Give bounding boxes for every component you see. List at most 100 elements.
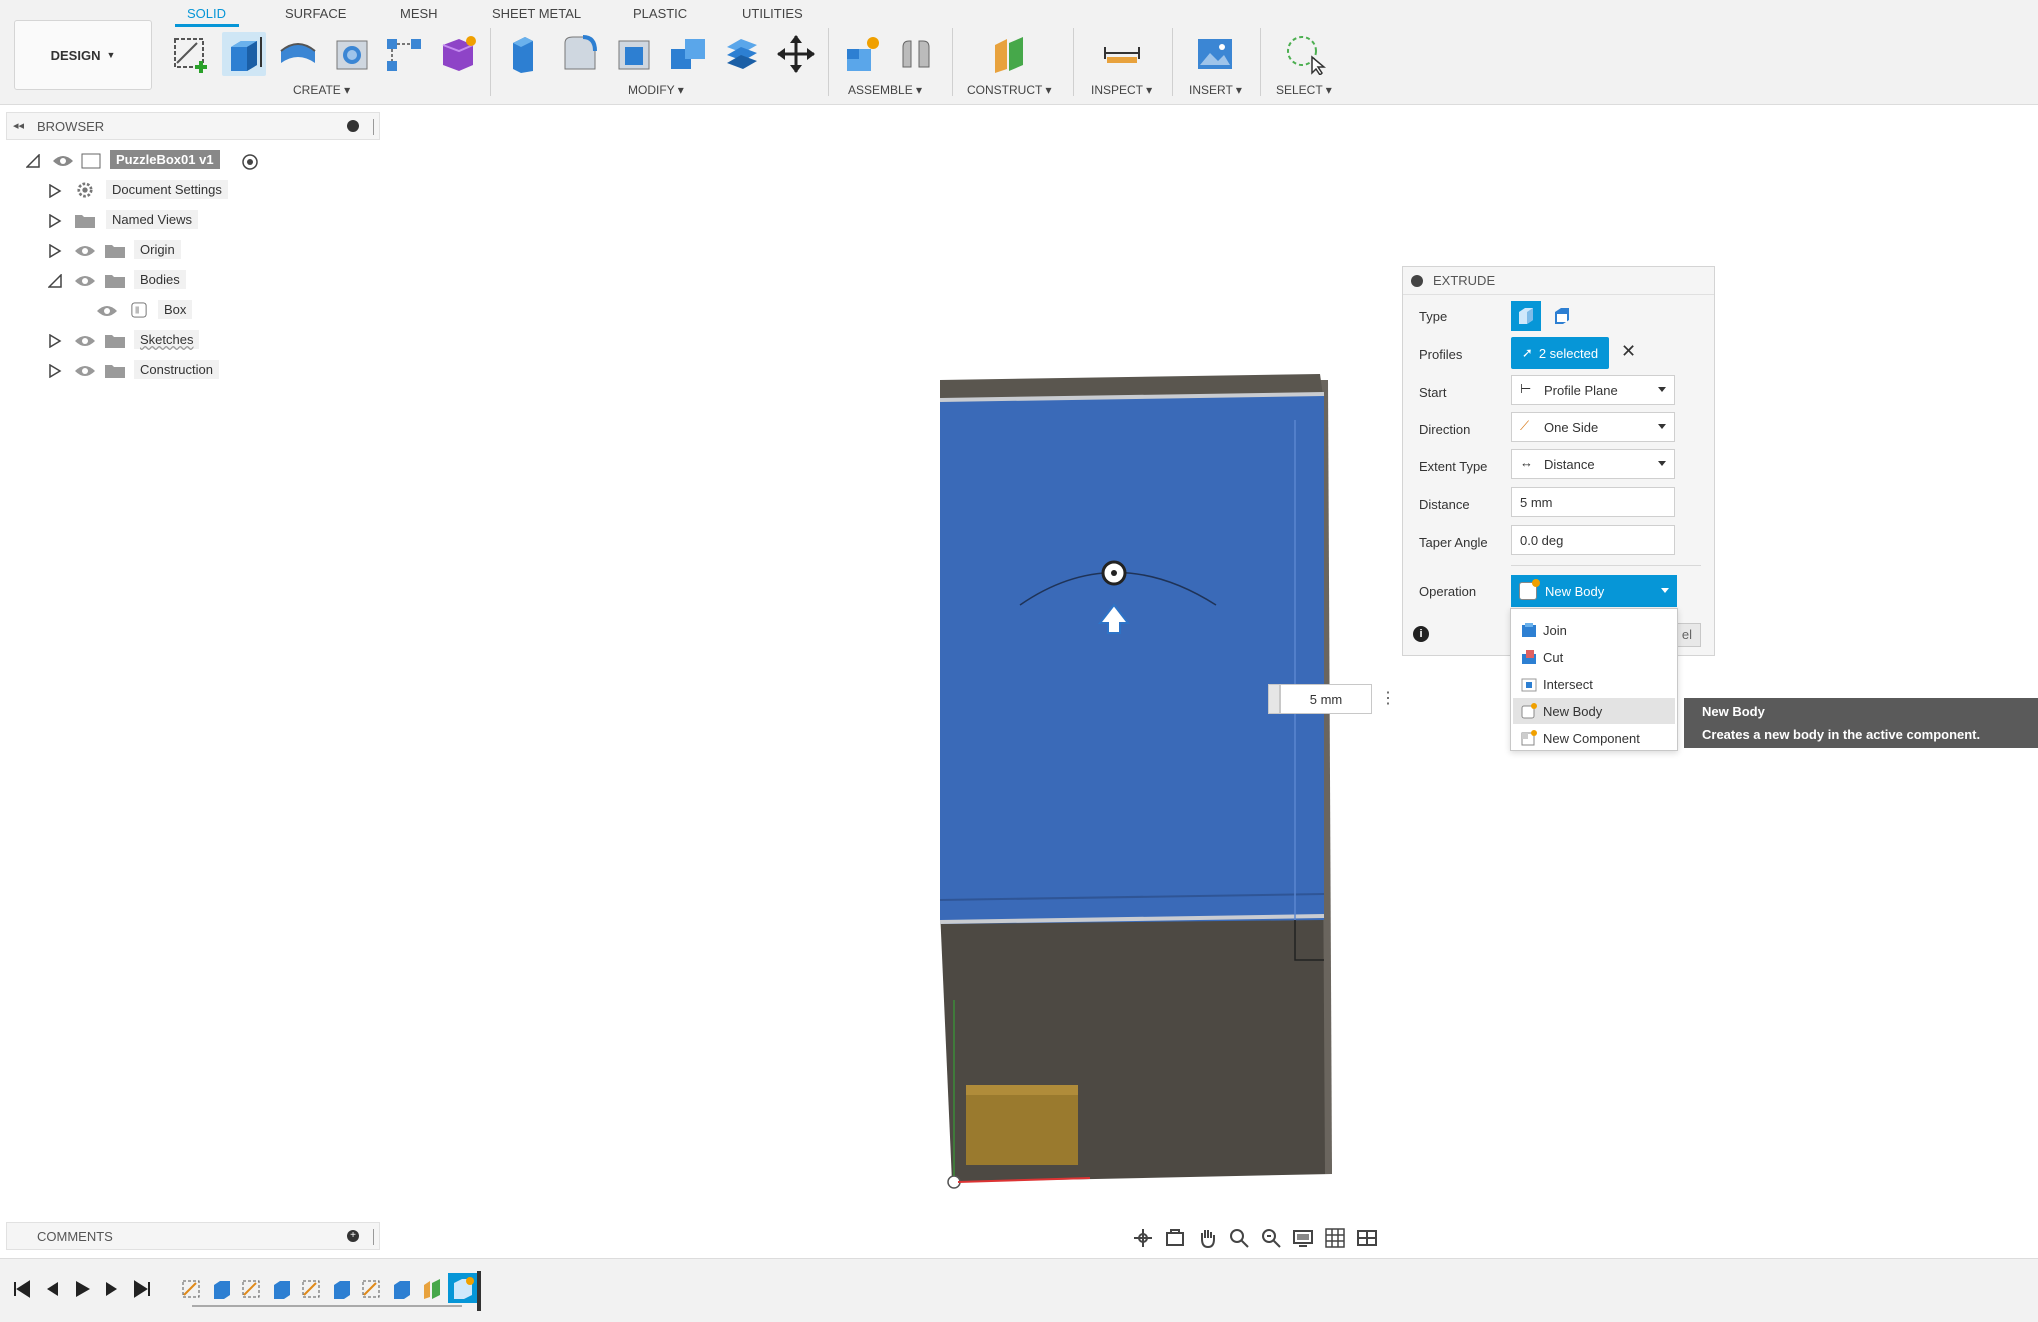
clear-selection-icon[interactable]: ✕ [1621, 341, 1636, 362]
select-icon[interactable] [1283, 32, 1327, 76]
look-at-icon[interactable] [1160, 1225, 1190, 1251]
collapsed-arrow-icon[interactable] [48, 184, 62, 198]
joint-icon[interactable] [894, 32, 938, 76]
pattern-icon[interactable] [382, 32, 426, 76]
construct-group-label[interactable]: CONSTRUCT ▾ [967, 83, 1051, 97]
collapsed-arrow-icon[interactable] [48, 214, 62, 228]
comments-panel[interactable]: COMMENTS + [6, 1222, 380, 1250]
shell-icon[interactable] [612, 32, 656, 76]
tab-sheet-metal[interactable]: SHEET METAL [492, 6, 581, 21]
timeline-sketch-icon[interactable] [360, 1277, 384, 1301]
visibility-eye-icon[interactable] [74, 274, 96, 288]
offset-plane-icon[interactable] [988, 32, 1032, 76]
select-group-label[interactable]: SELECT ▾ [1276, 83, 1332, 97]
tab-solid[interactable]: SOLID [187, 6, 226, 21]
tab-mesh[interactable]: MESH [400, 6, 438, 21]
browser-item-bodies[interactable]: Bodies [22, 268, 282, 294]
more-options-icon[interactable]: ⋮ [1380, 688, 1396, 710]
visibility-eye-icon[interactable] [96, 304, 118, 318]
step-back-icon[interactable] [40, 1277, 64, 1301]
timeline-sketch-icon[interactable] [240, 1277, 264, 1301]
tab-surface[interactable]: SURFACE [285, 6, 346, 21]
collapsed-arrow-icon[interactable] [48, 364, 62, 378]
operation-option-new-component[interactable]: New Component [1513, 725, 1675, 751]
zoom-window-icon[interactable] [1256, 1225, 1286, 1251]
visibility-eye-icon[interactable] [74, 334, 96, 348]
expanded-arrow-icon[interactable] [26, 154, 40, 168]
workspace-switcher-button[interactable]: DESIGN ▼ [14, 20, 152, 90]
collapsed-arrow-icon[interactable] [48, 334, 62, 348]
form-icon[interactable] [436, 32, 480, 76]
hole-icon[interactable] [330, 32, 374, 76]
zoom-icon[interactable] [1224, 1225, 1254, 1251]
3d-viewport[interactable] [900, 360, 1360, 1200]
tab-utilities[interactable]: UTILITIES [742, 6, 803, 21]
profiles-selection-button[interactable]: ➚ 2 selected [1511, 337, 1609, 369]
browser-item-document-settings[interactable]: Document Settings [22, 178, 282, 204]
expanded-arrow-icon[interactable] [48, 274, 62, 288]
browser-root-row[interactable]: PuzzleBox01 v1 [22, 148, 282, 174]
pan-hand-icon[interactable] [1192, 1225, 1222, 1251]
panel-options-icon[interactable] [347, 120, 359, 132]
browser-item-sketches[interactable]: Sketches [22, 328, 282, 354]
visibility-eye-icon[interactable] [52, 154, 74, 168]
combine-icon[interactable] [666, 32, 710, 76]
timeline-sketch-icon[interactable] [180, 1277, 204, 1301]
measure-icon[interactable] [1100, 32, 1144, 76]
browser-item-named-views[interactable]: Named Views [22, 208, 282, 234]
visibility-eye-icon[interactable] [74, 244, 96, 258]
offset-face-icon[interactable] [720, 32, 764, 76]
taper-angle-input[interactable]: 0.0 deg [1511, 525, 1675, 555]
assemble-group-label[interactable]: ASSEMBLE ▾ [848, 83, 922, 97]
timeline-sketch-icon[interactable] [300, 1277, 324, 1301]
display-settings-icon[interactable] [1288, 1225, 1318, 1251]
browser-item-construction[interactable]: Construction [22, 358, 282, 384]
revolve-icon[interactable] [276, 32, 320, 76]
extrude-icon[interactable] [222, 32, 266, 76]
timeline-extrude-icon[interactable] [330, 1277, 354, 1301]
browser-item-origin[interactable]: Origin [22, 238, 282, 264]
fillet-icon[interactable] [558, 32, 602, 76]
type-solid-button[interactable] [1511, 301, 1541, 331]
inspect-group-label[interactable]: INSPECT ▾ [1091, 83, 1152, 97]
timeline-extrude-icon[interactable] [390, 1277, 414, 1301]
operation-dropdown[interactable]: New Body [1511, 575, 1677, 607]
timeline-extrude-icon[interactable] [210, 1277, 234, 1301]
add-comment-icon[interactable]: + [347, 1230, 359, 1242]
insert-group-label[interactable]: INSERT ▾ [1189, 83, 1242, 97]
timeline-extrude-icon[interactable] [270, 1277, 294, 1301]
distance-onscreen-input[interactable]: 5 mm [1280, 684, 1372, 714]
info-icon[interactable]: i [1413, 626, 1429, 642]
timeline-current-feature-icon[interactable] [448, 1273, 478, 1303]
panel-resize-handle[interactable] [373, 119, 377, 135]
step-forward-icon[interactable] [100, 1277, 124, 1301]
operation-option-new-body[interactable]: New Body [1513, 698, 1675, 724]
grid-settings-icon[interactable] [1320, 1225, 1350, 1251]
browser-item-box[interactable]: Box [22, 298, 282, 324]
distance-input[interactable]: 5 mm [1511, 487, 1675, 517]
type-thin-button[interactable] [1547, 301, 1577, 331]
viewports-icon[interactable] [1352, 1225, 1382, 1251]
start-dropdown[interactable]: ⊢ Profile Plane [1511, 375, 1675, 405]
visibility-eye-icon[interactable] [74, 364, 96, 378]
go-to-start-icon[interactable] [10, 1277, 34, 1301]
dimension-drag-handle[interactable] [1268, 684, 1280, 714]
press-pull-icon[interactable] [504, 32, 548, 76]
collapse-dialog-icon[interactable] [1411, 275, 1423, 287]
play-icon[interactable] [70, 1277, 94, 1301]
collapsed-arrow-icon[interactable] [48, 244, 62, 258]
collapse-panel-icon[interactable]: ◂◂ [13, 119, 24, 132]
operation-option-intersect[interactable]: Intersect [1513, 671, 1675, 697]
operation-option-cut[interactable]: Cut [1513, 644, 1675, 670]
tab-plastic[interactable]: PLASTIC [633, 6, 687, 21]
direction-dropdown[interactable]: ⟋ One Side [1511, 412, 1675, 442]
timeline-marker[interactable] [477, 1271, 481, 1311]
selected-profile-face[interactable] [940, 394, 1324, 924]
orbit-icon[interactable] [1128, 1225, 1158, 1251]
activate-radio-icon[interactable] [242, 154, 258, 170]
new-component-icon[interactable] [840, 32, 884, 76]
create-sketch-icon[interactable] [170, 32, 214, 76]
modify-group-label[interactable]: MODIFY ▾ [628, 83, 684, 97]
operation-option-join[interactable]: Join [1513, 617, 1675, 643]
extent-type-dropdown[interactable]: ↔ Distance [1511, 449, 1675, 479]
